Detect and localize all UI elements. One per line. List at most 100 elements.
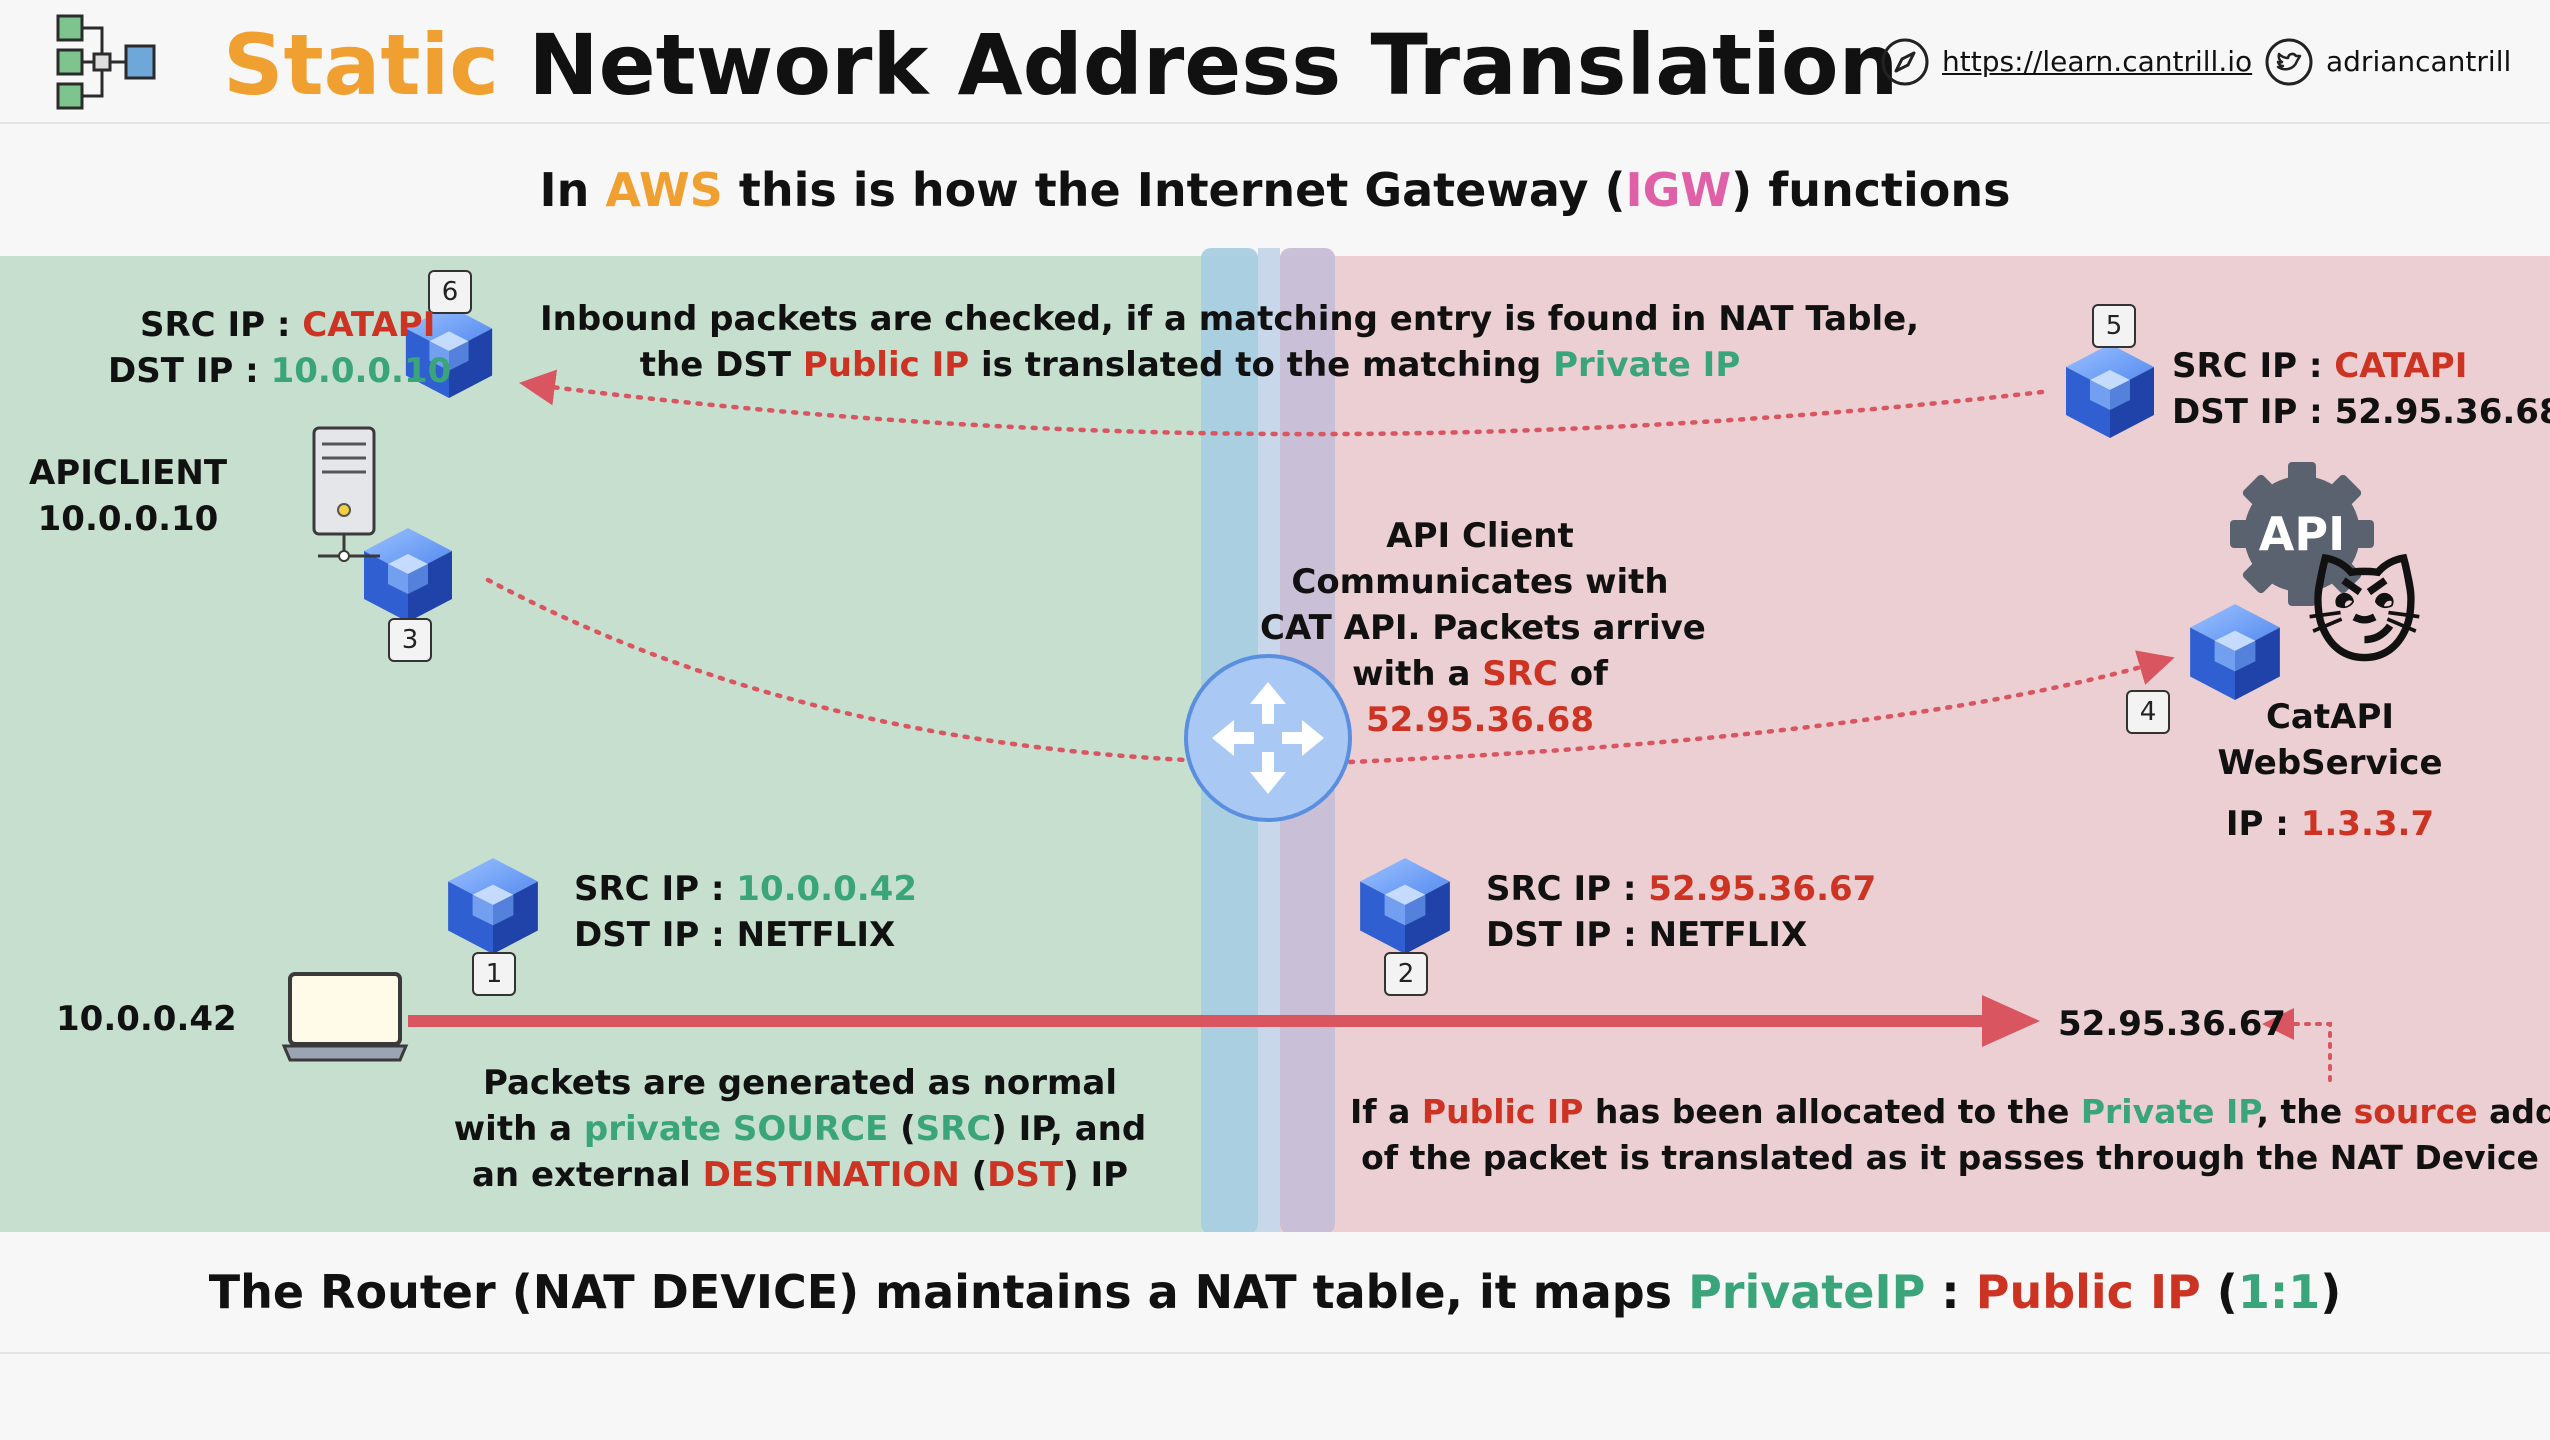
- text: , the: [2256, 1092, 2354, 1131]
- packet6-src: SRC IP : CATAPI: [140, 302, 435, 348]
- text-public: Public IP: [1421, 1092, 1584, 1131]
- outbound-arrow-to-router: [485, 577, 1189, 763]
- text-src: SRC: [915, 1109, 992, 1149]
- apiclient-name: APICLIENT: [28, 453, 228, 493]
- apiclient-ip: 10.0.0.10: [37, 499, 219, 539]
- cube-icon: [448, 858, 538, 954]
- center-note-line: API Client: [1386, 516, 1574, 556]
- text: address: [2489, 1092, 2550, 1131]
- text: ) IP, and: [991, 1109, 1147, 1149]
- text: (: [2200, 1265, 2238, 1319]
- text-public: Public IP: [1975, 1265, 2201, 1319]
- public-note-line: of the packet is translated as it passes…: [1361, 1138, 2539, 1177]
- step-badge-2: 2: [1384, 952, 1428, 996]
- inbound-note-line2: the DST Public IP is translated to the m…: [540, 342, 1840, 388]
- text: has been allocated to the: [1583, 1092, 2081, 1131]
- value: CATAPI: [2334, 346, 2468, 386]
- packet1-dst: DST IP : NETFLIX: [574, 912, 895, 958]
- label: SRC IP :: [140, 305, 303, 345]
- text-private-source: private SOURCE: [583, 1109, 889, 1149]
- text-private: Private IP: [2080, 1092, 2257, 1131]
- text-private: PrivateIP: [1688, 1265, 1926, 1319]
- center-note-line: CAT API. Packets arrive: [1260, 608, 1706, 648]
- text: with a: [1352, 654, 1483, 694]
- catapi-name: WebService: [2217, 743, 2443, 783]
- value: 10.0.0.42: [736, 869, 917, 909]
- step-badge-1: 1: [472, 952, 516, 996]
- laptop-ip-text: 10.0.0.42: [56, 999, 237, 1039]
- text: (: [888, 1109, 916, 1149]
- center-note: API Client Communicates with CAT API. Pa…: [1260, 513, 1706, 743]
- step-badge-text: 1: [485, 959, 503, 989]
- label: SRC IP :: [1486, 869, 1649, 909]
- label: DST IP :: [1486, 915, 1649, 955]
- center-note-line: with a SRC of: [1260, 651, 1700, 697]
- step-badge-text: 6: [441, 277, 459, 307]
- text: (: [959, 1155, 988, 1195]
- value: NETFLIX: [1648, 915, 1808, 955]
- step-badge-text: 5: [2105, 311, 2123, 341]
- text: The Router (NAT DEVICE) maintains a NAT …: [208, 1265, 1689, 1319]
- value: 1.3.3.7: [2300, 804, 2435, 844]
- center-note-ip: 52.95.36.68: [1365, 700, 1594, 740]
- inbound-note-line1: Inbound packets are checked, if a matchi…: [540, 299, 1920, 339]
- public-ip-label: 52.95.36.67: [2058, 1001, 2286, 1047]
- generated-note: Packets are generated as normal with a p…: [420, 1060, 1180, 1198]
- text: with a: [453, 1109, 584, 1149]
- inbound-arrow: [519, 369, 2045, 437]
- catapi-ip: IP : 1.3.3.7: [2180, 801, 2480, 847]
- generated-note-line: Packets are generated as normal: [482, 1063, 1118, 1103]
- cat-emoji: 😼: [2306, 550, 2423, 680]
- footer-text: The Router (NAT DEVICE) maintains a NAT …: [0, 1256, 2550, 1328]
- apiclient-label: APICLIENT 10.0.0.10: [18, 450, 238, 542]
- public-note: If a Public IP has been allocated to the…: [1350, 1089, 2550, 1181]
- generated-note-line: an external DESTINATION (DST) IP: [420, 1152, 1180, 1198]
- public-ip-text: 52.95.36.67: [2058, 1004, 2287, 1044]
- laptop-ip: 10.0.0.42: [56, 996, 237, 1042]
- label: DST IP :: [574, 915, 737, 955]
- text: is translated to the matching: [969, 345, 1554, 385]
- text-ratio: 1:1: [2237, 1265, 2321, 1319]
- public-note-line: If a Public IP has been allocated to the…: [1350, 1089, 2550, 1135]
- generated-note-line: with a private SOURCE (SRC) IP, and: [420, 1106, 1180, 1152]
- cube-icon: [2190, 604, 2280, 700]
- cube-icon: [2066, 344, 2154, 438]
- packet5-src: SRC IP : CATAPI: [2172, 343, 2467, 389]
- step-badge-4: 4: [2126, 690, 2170, 734]
- value: CATAPI: [302, 305, 436, 345]
- step-badge-text: 2: [1397, 959, 1415, 989]
- laptop-icon: [281, 972, 409, 1062]
- packet6-dst: DST IP : 10.0.0.10: [108, 348, 451, 394]
- server-icon: [312, 426, 380, 562]
- catapi-label: CatAPI WebService: [2180, 694, 2480, 786]
- center-note-line: Communicates with: [1291, 562, 1669, 602]
- text-private: Private IP: [1553, 345, 1741, 385]
- cube-icon: [364, 528, 452, 622]
- text: ) IP: [1063, 1155, 1129, 1195]
- value: 10.0.0.10: [270, 351, 452, 391]
- label: DST IP :: [108, 351, 271, 391]
- label: SRC IP :: [2172, 346, 2335, 386]
- text: the DST: [639, 345, 803, 385]
- inbound-note: Inbound packets are checked, if a matchi…: [540, 296, 1920, 388]
- cube-icon: [1360, 858, 1450, 954]
- label: IP :: [2225, 804, 2301, 844]
- cat-icon: 😼: [2306, 550, 2423, 680]
- label: DST IP :: [2172, 392, 2335, 432]
- text: :: [1925, 1265, 1976, 1319]
- value: 52.95.36.68: [2334, 392, 2550, 432]
- packet1-src: SRC IP : 10.0.0.42: [574, 866, 917, 912]
- text-src: SRC: [1482, 654, 1558, 694]
- step-badge-5: 5: [2092, 304, 2136, 348]
- packet5-dst: DST IP : 52.95.36.68: [2172, 389, 2550, 435]
- label: SRC IP :: [574, 869, 737, 909]
- value: NETFLIX: [736, 915, 896, 955]
- packet2-dst: DST IP : NETFLIX: [1486, 912, 1807, 958]
- text: of: [1557, 654, 1608, 694]
- text-destination: DESTINATION: [702, 1155, 960, 1195]
- text-source: source: [2353, 1092, 2478, 1131]
- step-badge-text: 3: [401, 625, 419, 655]
- text: an external: [471, 1155, 703, 1195]
- text-dst: DST: [987, 1155, 1064, 1195]
- text: If a: [1350, 1092, 1422, 1131]
